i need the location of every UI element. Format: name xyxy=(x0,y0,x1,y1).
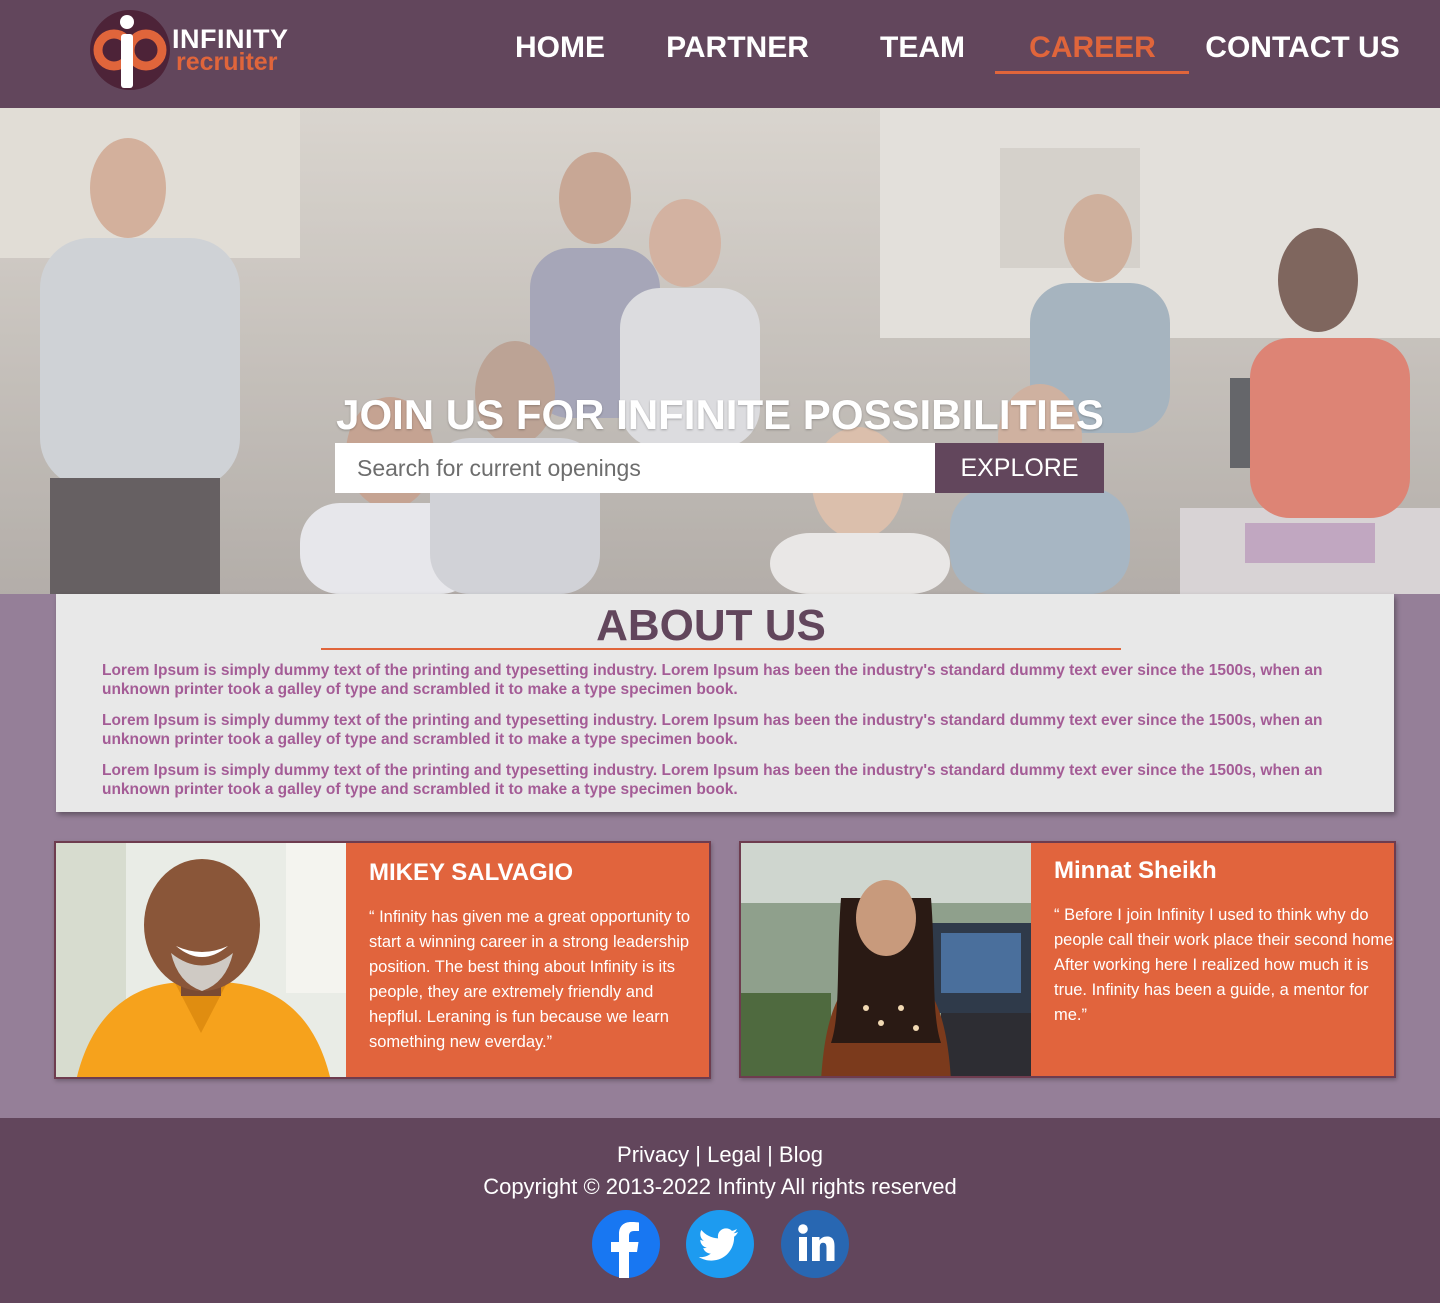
nav-home[interactable]: HOME xyxy=(505,28,615,68)
nav-team[interactable]: TEAM xyxy=(865,28,980,68)
testimonial-quote: “ Before I join Infinity I used to think… xyxy=(1054,906,1394,1024)
testimonial-card: Minnat Sheikh “ Before I join Infinity I… xyxy=(739,841,1396,1078)
about-paragraph: Lorem Ipsum is simply dummy text of the … xyxy=(102,662,1323,698)
footer-links: Privacy | Legal | Blog xyxy=(0,1140,1440,1170)
hero-team-photo xyxy=(0,108,1440,594)
footer-link-legal[interactable]: Legal xyxy=(707,1142,761,1167)
testimonial-name: MIKEY SALVAGIO xyxy=(369,859,574,886)
twitter-icon[interactable] xyxy=(686,1210,754,1278)
infinity-logo-icon xyxy=(90,10,170,90)
site-header: INFINITY recruiter HOME PARTNER TEAM CAR… xyxy=(0,0,1440,108)
testimonial-photo-mikey xyxy=(56,843,346,1077)
testimonial-photo-minnat xyxy=(741,843,1031,1076)
about-title: ABOUT US xyxy=(596,601,826,650)
site-footer: Privacy | Legal | Blog Copyright © 2013-… xyxy=(0,1118,1440,1303)
brand-name-line2: recruiter xyxy=(176,48,278,76)
about-title-underline xyxy=(321,648,1121,650)
nav-active-indicator xyxy=(995,71,1189,74)
linkedin-icon[interactable] xyxy=(781,1210,849,1278)
testimonial-card: MIKEY SALVAGIO “ Infinity has given me a… xyxy=(54,841,711,1079)
hero-title: JOIN US FOR INFINITE POSSIBILITIES xyxy=(336,391,1104,438)
facebook-icon[interactable] xyxy=(592,1210,660,1278)
footer-link-blog[interactable]: Blog xyxy=(779,1142,823,1167)
about-section: ABOUT US Lorem Ipsum is simply dummy tex… xyxy=(56,594,1394,812)
testimonial-quote: “ Infinity has given me a great opportun… xyxy=(369,908,691,1051)
about-paragraph: Lorem Ipsum is simply dummy text of the … xyxy=(102,762,1323,798)
footer-separator: | xyxy=(767,1142,773,1167)
brand-logo[interactable]: INFINITY recruiter xyxy=(88,8,308,92)
footer-separator: | xyxy=(695,1142,701,1167)
about-paragraph: Lorem Ipsum is simply dummy text of the … xyxy=(102,712,1323,748)
nav-contact-us[interactable]: CONTACT US xyxy=(1195,28,1410,68)
footer-link-privacy[interactable]: Privacy xyxy=(617,1142,689,1167)
nav-career[interactable]: CAREER xyxy=(1010,28,1175,68)
nav-partner[interactable]: PARTNER xyxy=(655,28,820,68)
hero-banner: JOIN US FOR INFINITE POSSIBILITIES EXPLO… xyxy=(0,108,1440,594)
explore-button[interactable]: EXPLORE xyxy=(935,443,1104,493)
copyright-text: Copyright © 2013-2022 Infinty All rights… xyxy=(483,1174,957,1199)
testimonial-name: Minnat Sheikh xyxy=(1054,857,1217,884)
search-input[interactable] xyxy=(335,443,935,493)
